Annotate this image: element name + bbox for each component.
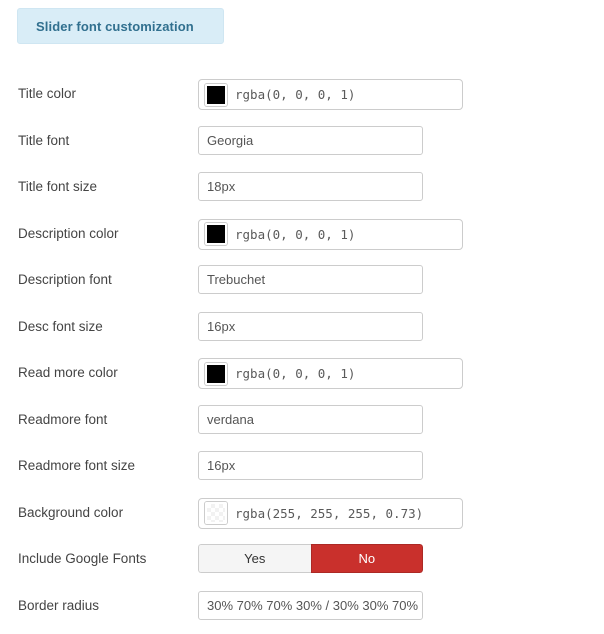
- color-swatch-background-color[interactable]: [205, 502, 227, 524]
- label-include-google-fonts: Include Google Fonts: [18, 551, 147, 566]
- toggle-include-google-fonts[interactable]: Yes No: [198, 544, 423, 573]
- form-row-include-google-fonts: Include Google Fonts Yes No: [0, 539, 604, 586]
- label-border-radius: Border radius: [18, 597, 100, 613]
- color-value-title-color: rgba(0, 0, 0, 1): [235, 87, 356, 102]
- field-wrapper-desc-font-size: 16px: [198, 311, 423, 341]
- input-title-font-size[interactable]: 18px: [198, 172, 423, 201]
- color-swatch-fill: [207, 504, 225, 522]
- color-input-description-color[interactable]: rgba(0, 0, 0, 1): [198, 218, 463, 250]
- color-swatch-title-color[interactable]: [205, 83, 227, 106]
- label-description-color: Description color: [18, 225, 119, 241]
- form-row-read-more-color: Read more color rgba(0, 0, 0, 1): [0, 353, 604, 400]
- label-readmore-font-size: Readmore font size: [18, 458, 136, 473]
- label-readmore-font: Readmore font: [18, 411, 108, 427]
- label-title-font: Title font: [18, 132, 70, 148]
- field-wrapper-border-radius: 30% 70% 70% 30% / 30% 30% 70%: [198, 590, 423, 620]
- toggle-option-yes[interactable]: Yes: [198, 544, 311, 573]
- field-wrapper-read-more-color: rgba(0, 0, 0, 1): [198, 358, 463, 389]
- input-description-font[interactable]: Trebuchet: [198, 265, 423, 294]
- form-row-readmore-font-size: Readmore font size 16px: [0, 446, 604, 493]
- input-readmore-font[interactable]: verdana: [198, 404, 423, 434]
- color-input-background-color[interactable]: rgba(255, 255, 255, 0.73): [198, 497, 463, 529]
- input-border-radius[interactable]: 30% 70% 70% 30% / 30% 30% 70%: [198, 590, 423, 620]
- field-wrapper-readmore-font-size: 16px: [198, 451, 423, 480]
- form-row-title-font-size: Title font size 18px: [0, 167, 604, 214]
- field-wrapper-title-color: rgba(0, 0, 0, 1): [198, 79, 463, 110]
- label-description-font: Description font: [18, 272, 112, 287]
- settings-form: Title color rgba(0, 0, 0, 1) Title font Geo…: [0, 74, 604, 632]
- field-wrapper-description-font: Trebuchet: [198, 265, 423, 294]
- form-row-desc-font-size: Desc font size 16px: [0, 307, 604, 354]
- color-swatch-fill: [207, 364, 225, 383]
- field-wrapper-include-google-fonts: Yes No: [198, 544, 423, 573]
- label-desc-font-size: Desc font size: [18, 318, 103, 334]
- color-input-read-more-color[interactable]: rgba(0, 0, 0, 1): [198, 358, 463, 389]
- label-title-color: Title color: [18, 86, 77, 101]
- color-value-read-more-color: rgba(0, 0, 0, 1): [235, 366, 356, 381]
- color-value-description-color: rgba(0, 0, 0, 1): [235, 226, 356, 242]
- color-value-background-color: rgba(255, 255, 255, 0.73): [235, 505, 424, 521]
- section-header-title: Slider font customization: [36, 18, 194, 34]
- label-background-color: Background color: [18, 504, 124, 520]
- color-input-title-color[interactable]: rgba(0, 0, 0, 1): [198, 79, 463, 110]
- section-header-panel: Slider font customization: [17, 8, 224, 44]
- color-swatch-description-color[interactable]: [205, 223, 227, 245]
- label-title-font-size: Title font size: [18, 179, 98, 194]
- form-row-background-color: Background color rgba(255, 255, 255, 0.73…: [0, 493, 604, 540]
- color-swatch-fill: [207, 85, 225, 104]
- label-read-more-color: Read more color: [18, 365, 118, 380]
- color-swatch-fill: [207, 225, 225, 243]
- color-swatch-read-more-color[interactable]: [205, 362, 227, 385]
- field-wrapper-readmore-font: verdana: [198, 404, 423, 434]
- field-wrapper-description-color: rgba(0, 0, 0, 1): [198, 218, 463, 250]
- field-wrapper-title-font-size: 18px: [198, 172, 423, 201]
- form-row-title-font: Title font Georgia: [0, 121, 604, 168]
- field-wrapper-title-font: Georgia: [198, 125, 423, 155]
- form-row-title-color: Title color rgba(0, 0, 0, 1): [0, 74, 604, 121]
- form-row-description-color: Description color rgba(0, 0, 0, 1): [0, 214, 604, 261]
- form-row-description-font: Description font Trebuchet: [0, 260, 604, 307]
- form-row-readmore-font: Readmore font verdana: [0, 400, 604, 447]
- input-readmore-font-size[interactable]: 16px: [198, 451, 423, 480]
- input-title-font[interactable]: Georgia: [198, 125, 423, 155]
- toggle-option-no[interactable]: No: [310, 544, 423, 573]
- field-wrapper-background-color: rgba(255, 255, 255, 0.73): [198, 497, 463, 529]
- form-row-border-radius: Border radius 30% 70% 70% 30% / 30% 30% 7…: [0, 586, 604, 633]
- input-desc-font-size[interactable]: 16px: [198, 311, 423, 341]
